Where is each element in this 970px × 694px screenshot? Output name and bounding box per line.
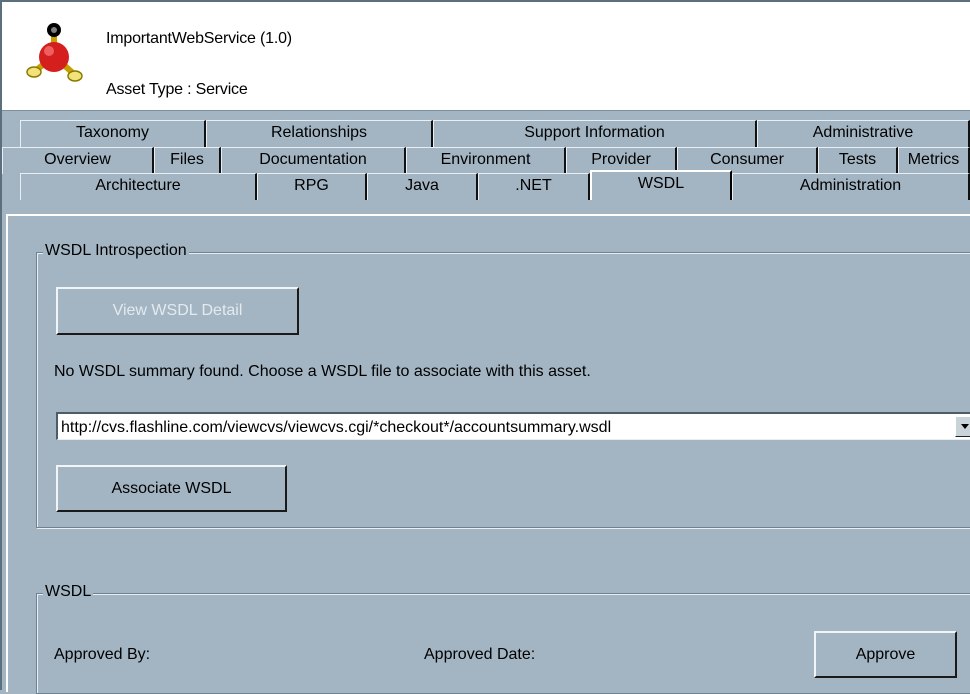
tab-overview[interactable]: Overview — [2, 147, 154, 174]
asset-type: Asset Type : Service — [106, 81, 248, 98]
wsdl-approval-legend: WSDL — [43, 583, 94, 601]
asset-header: ImportantWebService (1.0) Asset Type : S… — [2, 2, 970, 111]
tab-java[interactable]: Java — [367, 173, 478, 200]
tab-rpg[interactable]: RPG — [257, 173, 367, 200]
tab-administration[interactable]: Administration — [732, 173, 970, 200]
tab-metrics[interactable]: Metrics — [898, 147, 970, 174]
approve-button[interactable]: Approve — [814, 631, 957, 678]
tab-files[interactable]: Files — [154, 147, 221, 174]
associate-wsdl-button[interactable]: Associate WSDL — [56, 465, 287, 512]
wsdl-tab-panel: WSDL Introspection View WSDL Detail No W… — [6, 214, 970, 694]
asset-window: ImportantWebService (1.0) Asset Type : S… — [0, 0, 970, 694]
tab-architecture[interactable]: Architecture — [20, 173, 257, 200]
approved-by-label: Approved By: — [54, 646, 151, 663]
wsdl-introspection-group: WSDL Introspection View WSDL Detail No W… — [36, 242, 970, 528]
tab-support-information[interactable]: Support Information — [433, 120, 757, 147]
chevron-down-icon — [961, 424, 969, 429]
wsdl-introspection-legend: WSDL Introspection — [43, 242, 189, 260]
tab-taxonomy[interactable]: Taxonomy — [20, 120, 206, 147]
molecule-icon — [26, 23, 83, 82]
tab-net[interactable]: .NET — [478, 173, 590, 200]
tab-tests[interactable]: Tests — [818, 147, 898, 174]
tab-environment[interactable]: Environment — [406, 147, 566, 174]
wsdl-url-value: http://cvs.flashline.com/viewcvs/viewcvs… — [61, 419, 612, 436]
tab-wsdl[interactable]: WSDL — [590, 170, 732, 200]
tab-administrative[interactable]: Administrative — [757, 120, 970, 147]
tab-relationships[interactable]: Relationships — [206, 120, 433, 147]
wsdl-approval-group: WSDL Approved By: Approved Date: Approve — [36, 583, 970, 694]
wsdl-url-select[interactable]: http://cvs.flashline.com/viewcvs/viewcvs… — [56, 412, 970, 440]
tab-documentation[interactable]: Documentation — [221, 147, 406, 174]
dropdown-arrow-icon[interactable] — [955, 416, 970, 437]
view-wsdl-detail-button[interactable]: View WSDL Detail — [56, 287, 299, 335]
approved-date-label: Approved Date: — [424, 646, 536, 663]
asset-title: ImportantWebService (1.0) — [106, 30, 292, 47]
no-wsdl-message: No WSDL summary found. Choose a WSDL fil… — [54, 363, 591, 380]
